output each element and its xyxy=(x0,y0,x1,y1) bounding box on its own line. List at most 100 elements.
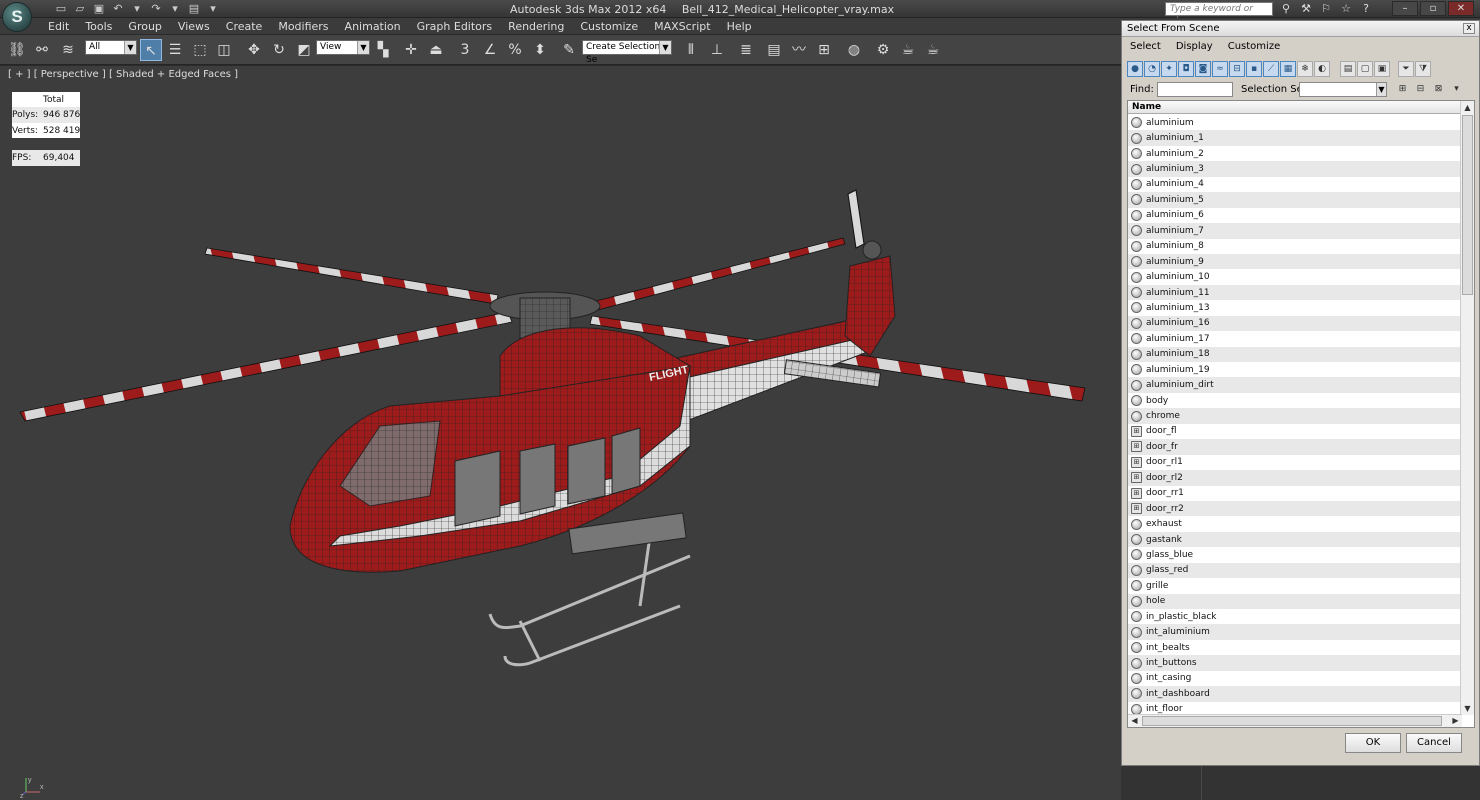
align-icon[interactable]: ⊥ xyxy=(706,39,728,61)
select-all-icon[interactable]: ▤ xyxy=(1340,61,1356,77)
menu-graph-editors[interactable]: Graph Editors xyxy=(409,20,501,34)
unlink-icon[interactable]: ⚯ xyxy=(31,39,53,61)
keyboard-shortcut-override-icon[interactable]: ⏏ xyxy=(425,39,447,61)
mirror-icon[interactable]: ⫴ xyxy=(680,39,702,61)
snaps-toggle-icon[interactable]: 3 xyxy=(454,39,476,61)
menu-modifiers[interactable]: Modifiers xyxy=(270,20,336,34)
binoculars-icon[interactable]: ⚲ xyxy=(1278,2,1294,16)
subscription-icon[interactable]: ⚒ xyxy=(1298,2,1314,16)
list-item[interactable]: aluminium xyxy=(1128,115,1460,131)
communication-icon[interactable]: ⚐ xyxy=(1318,2,1334,16)
list-options-icon[interactable]: ⊠ xyxy=(1431,82,1446,97)
project-folder-icon[interactable]: ▤ xyxy=(186,1,202,16)
list-item[interactable]: body xyxy=(1128,392,1460,409)
rendered-frame-window-icon[interactable]: ☕ xyxy=(897,39,919,61)
list-item[interactable]: aluminium_9 xyxy=(1128,253,1460,270)
display-bones-icon[interactable]: ⟋ xyxy=(1263,61,1279,77)
save-file-icon[interactable]: ▣ xyxy=(91,1,107,16)
display-geometry-icon[interactable]: ● xyxy=(1127,61,1143,77)
render-production-icon[interactable]: ☕ xyxy=(922,39,944,61)
display-cameras-icon[interactable]: ◘ xyxy=(1178,61,1194,77)
display-shapes-icon[interactable]: ◔ xyxy=(1144,61,1160,77)
list-item[interactable]: int_buttons xyxy=(1128,655,1460,671)
help-icon[interactable]: ? xyxy=(1358,2,1374,16)
angle-snap-icon[interactable]: ∠ xyxy=(479,39,501,61)
schematic-view-icon[interactable]: ⊞ xyxy=(813,39,835,61)
menu-edit[interactable]: Edit xyxy=(40,20,77,34)
display-spacewarps-icon[interactable]: ≈ xyxy=(1212,61,1228,77)
list-item[interactable]: aluminium_8 xyxy=(1128,238,1460,254)
redo-icon[interactable]: ↷ xyxy=(148,1,164,16)
find-input[interactable] xyxy=(1157,82,1233,97)
menu-views[interactable]: Views xyxy=(170,20,218,34)
display-hidden-icon[interactable]: ◐ xyxy=(1314,61,1330,77)
list-item[interactable]: hole xyxy=(1128,593,1460,609)
hscroll-thumb[interactable] xyxy=(1142,716,1442,726)
search-input[interactable]: Type a keyword or phrase xyxy=(1165,2,1273,26)
invert-selection-icon[interactable]: ▣ xyxy=(1374,61,1390,77)
percent-snap-icon[interactable]: % xyxy=(504,39,526,61)
undo-icon[interactable]: ↶ xyxy=(110,1,126,16)
bind-space-warp-icon[interactable]: ≋ xyxy=(57,39,79,61)
display-helpers-icon[interactable]: ◙ xyxy=(1195,61,1211,77)
list-item[interactable]: aluminium_2 xyxy=(1128,145,1460,162)
selection-set-dropdown[interactable]: ▼ xyxy=(1299,82,1387,97)
list-item[interactable]: aluminium_18 xyxy=(1128,346,1460,362)
scroll-down-icon[interactable]: ▼ xyxy=(1461,702,1474,715)
menu-create[interactable]: Create xyxy=(218,20,271,34)
options-dropdown-icon[interactable]: ▾ xyxy=(1449,82,1464,97)
scroll-right-icon[interactable]: ▶ xyxy=(1449,715,1462,727)
list-item[interactable]: chrome xyxy=(1128,408,1460,424)
list-item[interactable]: ⊞ door_fr xyxy=(1128,439,1460,455)
rotate-icon[interactable]: ↻ xyxy=(268,39,290,61)
list-item[interactable]: grille xyxy=(1128,578,1460,594)
menu-maxscript[interactable]: MAXScript xyxy=(646,20,718,34)
list-item[interactable]: ⊞ door_rr1 xyxy=(1128,485,1460,501)
move-icon[interactable]: ✥ xyxy=(243,39,265,61)
material-editor-icon[interactable]: ◍ xyxy=(843,39,865,61)
display-lights-icon[interactable]: ✦ xyxy=(1161,61,1177,77)
reference-coordinate-dropdown[interactable]: View ▼ xyxy=(316,40,370,55)
list-item[interactable]: int_aluminium xyxy=(1128,624,1460,640)
curve-editor-icon[interactable]: 〰 xyxy=(788,39,810,61)
display-xrefs-icon[interactable]: ▪ xyxy=(1246,61,1262,77)
list-item[interactable]: aluminium_10 xyxy=(1128,269,1460,285)
list-item[interactable]: aluminium_6 xyxy=(1128,207,1460,224)
list-item[interactable]: exhaust xyxy=(1128,516,1460,532)
column-header-name[interactable]: Name xyxy=(1128,101,1460,114)
list-item[interactable]: aluminium_11 xyxy=(1128,284,1460,301)
dialog-title-bar[interactable]: Select From Scene x xyxy=(1122,21,1479,37)
dialog-menu-display[interactable]: Display xyxy=(1176,41,1213,57)
list-item[interactable]: aluminium_1 xyxy=(1128,130,1460,146)
minimize-button[interactable]: – xyxy=(1392,1,1418,16)
list-item[interactable]: int_bealts xyxy=(1128,639,1460,656)
selection-filter-dropdown[interactable]: All ▼ xyxy=(85,40,137,55)
display-frozen-icon[interactable]: ❄ xyxy=(1297,61,1313,77)
filter-settings-icon[interactable]: ⧩ xyxy=(1415,61,1431,77)
scene-object-list[interactable]: Name aluminium aluminium_1 aluminium_2alum… xyxy=(1127,100,1475,728)
scroll-thumb[interactable] xyxy=(1462,115,1473,295)
vertical-scrollbar[interactable]: ▲ ▼ xyxy=(1460,101,1474,715)
scale-icon[interactable]: ◩ xyxy=(293,39,315,61)
list-item[interactable]: ⊞ door_fl xyxy=(1128,423,1460,440)
cancel-button[interactable]: Cancel xyxy=(1406,733,1462,753)
display-containers-icon[interactable]: ▦ xyxy=(1280,61,1296,77)
select-by-name-icon[interactable]: ☰ xyxy=(164,39,186,61)
new-file-icon[interactable]: ▭ xyxy=(53,1,69,16)
list-item[interactable]: aluminium_13 xyxy=(1128,300,1460,316)
perspective-viewport[interactable]: [ + ] [ Perspective ] [ Shaded + Edged F… xyxy=(0,66,1121,800)
menu-customize[interactable]: Customize xyxy=(572,20,646,34)
list-item[interactable]: glass_red xyxy=(1128,562,1460,579)
list-item[interactable]: aluminium_19 xyxy=(1128,362,1460,378)
list-item[interactable]: ⊞ door_rl1 xyxy=(1128,454,1460,471)
link-icon[interactable]: ⛓ xyxy=(6,39,28,61)
layer-manager-icon[interactable]: ≣ xyxy=(735,39,757,61)
list-item[interactable]: aluminium_5 xyxy=(1128,192,1460,208)
menu-rendering[interactable]: Rendering xyxy=(500,20,572,34)
list-item[interactable]: int_casing xyxy=(1128,670,1460,687)
helicopter-model[interactable]: FLIGHT xyxy=(0,66,1121,800)
menu-group[interactable]: Group xyxy=(120,20,170,34)
list-item[interactable]: gastank xyxy=(1128,531,1460,548)
horizontal-scrollbar[interactable]: ◀ ▶ xyxy=(1128,714,1462,727)
display-groups-icon[interactable]: ⊟ xyxy=(1229,61,1245,77)
